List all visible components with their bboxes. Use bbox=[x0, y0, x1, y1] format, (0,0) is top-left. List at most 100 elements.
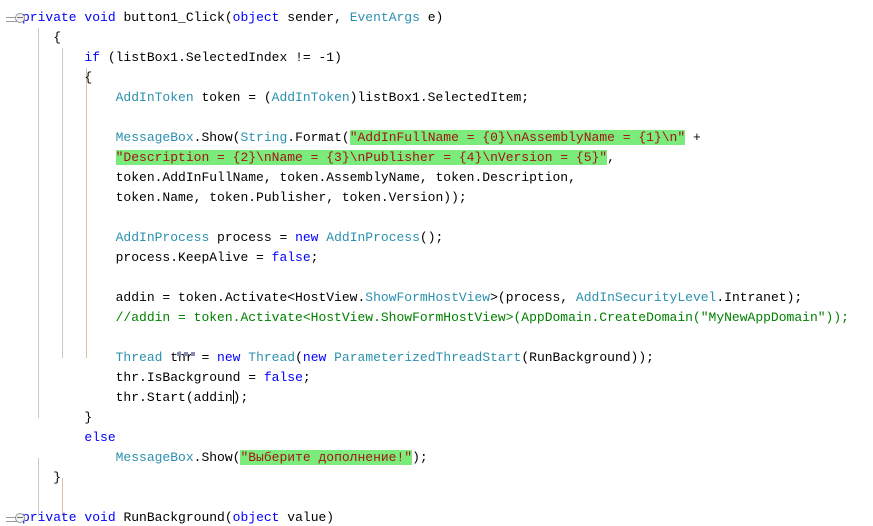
code-line[interactable]: } bbox=[0, 468, 873, 488]
code-token: private bbox=[22, 510, 77, 525]
code-token: ParameterizedThreadStart bbox=[334, 350, 522, 365]
code-token: //addin = token.Activate<HostView.ShowFo… bbox=[115, 310, 849, 325]
code-line[interactable]: addin = token.Activate<HostView.ShowForm… bbox=[0, 288, 873, 308]
code-token: private bbox=[22, 10, 77, 25]
code-line[interactable]: AddInToken token = (AddInToken)listBox1.… bbox=[0, 88, 873, 108]
minus-icon bbox=[17, 17, 23, 18]
smart-tag-dot bbox=[191, 352, 195, 356]
code-line[interactable]: { bbox=[0, 68, 873, 88]
code-token: (); bbox=[419, 230, 444, 245]
code-line[interactable]: token.Name, token.Publisher, token.Versi… bbox=[0, 188, 873, 208]
code-token: ; bbox=[310, 250, 319, 265]
code-token: else bbox=[84, 430, 116, 445]
code-line[interactable]: MessageBox.Show("Выберите дополнение!"); bbox=[0, 448, 873, 468]
code-token: RunBackground( bbox=[115, 510, 233, 525]
code-token: AddInProcess bbox=[326, 230, 420, 245]
highlighted-string-token: "AddInFullName = {0}\nAssemblyName = {1}… bbox=[349, 130, 686, 145]
code-line[interactable]: private void button1_Click(object sender… bbox=[0, 8, 873, 28]
code-line[interactable]: MessageBox.Show(String.Format("AddInFull… bbox=[0, 128, 873, 148]
code-line[interactable]: private void RunBackground(object value) bbox=[0, 508, 873, 526]
smart-tag-dot bbox=[177, 352, 181, 356]
outline-collapse-icon[interactable] bbox=[6, 513, 28, 524]
code-token: + bbox=[685, 130, 701, 145]
code-token: new bbox=[295, 230, 319, 245]
code-token: addin = token.Activate<HostView. bbox=[115, 290, 366, 305]
code-token: new bbox=[302, 350, 327, 365]
code-token: Thread bbox=[248, 350, 296, 365]
code-token: ( bbox=[295, 350, 303, 365]
outline-collapse-icon[interactable] bbox=[6, 13, 28, 24]
code-token: MessageBox bbox=[115, 130, 194, 145]
code-token: AddInToken bbox=[115, 90, 194, 105]
code-token: >(process, bbox=[490, 290, 576, 305]
code-token: if bbox=[84, 50, 101, 65]
smart-tag-dot bbox=[184, 352, 188, 356]
code-token: process.KeepAlive = bbox=[115, 250, 272, 265]
code-token: token.Name, token.Publisher, token.Versi… bbox=[115, 190, 467, 205]
code-lines-container[interactable]: private void button1_Click(object sender… bbox=[0, 8, 873, 526]
code-token: void bbox=[84, 10, 116, 25]
code-line[interactable]: if (listBox1.SelectedIndex != -1) bbox=[0, 48, 873, 68]
code-line[interactable]: } bbox=[0, 408, 873, 428]
code-token: token = ( bbox=[193, 90, 272, 105]
code-line[interactable] bbox=[0, 208, 873, 228]
code-line[interactable] bbox=[0, 488, 873, 508]
code-line[interactable]: //addin = token.Activate<HostView.ShowFo… bbox=[0, 308, 873, 328]
code-line[interactable] bbox=[0, 108, 873, 128]
code-editor-pane[interactable]: private void button1_Click(object sender… bbox=[0, 0, 873, 526]
code-token: thr.IsBackground = bbox=[115, 370, 264, 385]
minus-icon bbox=[17, 517, 23, 518]
code-token: AddInSecurityLevel bbox=[575, 290, 717, 305]
code-line[interactable] bbox=[0, 268, 873, 288]
outline-box bbox=[15, 13, 25, 23]
code-token: String bbox=[240, 130, 288, 145]
code-line[interactable]: else bbox=[0, 428, 873, 448]
code-token: ShowFormHostView bbox=[365, 290, 491, 305]
code-token: object bbox=[232, 10, 280, 25]
code-token: button1_Click( bbox=[115, 10, 233, 25]
highlighted-string-token: "Description = {2}\nName = {3}\nPublishe… bbox=[115, 150, 608, 165]
code-token: MessageBox bbox=[115, 450, 194, 465]
highlighted-string-token: "Выберите дополнение!" bbox=[240, 450, 413, 465]
code-token: } bbox=[53, 470, 62, 485]
code-token: false bbox=[271, 250, 311, 265]
code-line[interactable] bbox=[0, 328, 873, 348]
code-token: } bbox=[84, 410, 93, 425]
code-token: sender, bbox=[279, 10, 350, 25]
code-token: .Show( bbox=[193, 130, 241, 145]
code-token: thr.Start(addin bbox=[115, 390, 233, 405]
code-line[interactable]: process.KeepAlive = false; bbox=[0, 248, 873, 268]
code-line[interactable]: { bbox=[0, 28, 873, 48]
code-token: value) bbox=[279, 510, 335, 525]
code-line[interactable]: AddInProcess process = new AddInProcess(… bbox=[0, 228, 873, 248]
smart-tag-indicator[interactable] bbox=[177, 352, 199, 357]
code-token: , bbox=[607, 150, 615, 165]
code-token: Thread bbox=[115, 350, 163, 365]
code-line[interactable]: thr.Start(addin); bbox=[0, 388, 873, 408]
code-token: new bbox=[217, 350, 241, 365]
code-token: EventArgs bbox=[349, 10, 420, 25]
code-line[interactable]: token.AddInFullName, token.AssemblyName,… bbox=[0, 168, 873, 188]
code-line[interactable]: Thread thr = new Thread(new Parameterize… bbox=[0, 348, 873, 368]
code-line[interactable]: thr.IsBackground = false; bbox=[0, 368, 873, 388]
code-token: )listBox1.SelectedItem; bbox=[349, 90, 530, 105]
code-line[interactable]: "Description = {2}\nName = {3}\nPublishe… bbox=[0, 148, 873, 168]
code-token: AddInToken bbox=[271, 90, 350, 105]
